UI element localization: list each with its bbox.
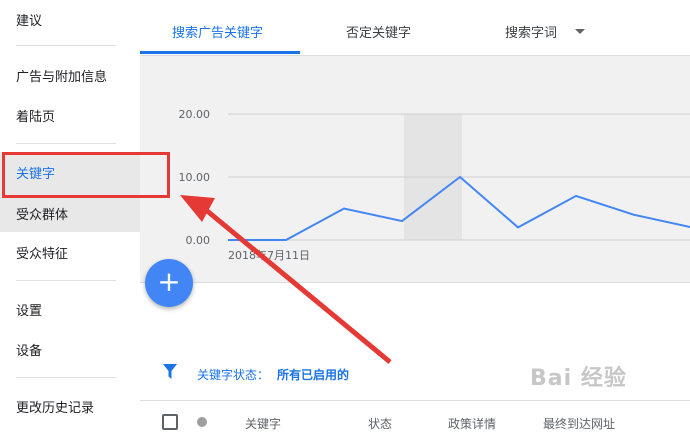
sidebar-divider [16, 280, 116, 281]
line-chart: 20.00 10.00 0.00 2018年7月11日 [140, 56, 690, 282]
tab-search-terms[interactable]: 搜索字词 [505, 22, 557, 41]
add-button[interactable]: + [145, 259, 193, 307]
tab-bar: 搜索广告关键字 否定关键字 搜索字词 [140, 0, 690, 56]
sidebar-item-demographics[interactable]: 受众特征 [16, 243, 68, 262]
performance-chart: 20.00 10.00 0.00 2018年7月11日 [140, 56, 690, 283]
status-dot-icon [197, 417, 207, 427]
sidebar-divider [16, 143, 116, 144]
column-header-status[interactable]: 状态 [368, 415, 392, 432]
sidebar-item-change-history[interactable]: 更改历史记录 [16, 397, 94, 416]
column-header-keyword[interactable]: 关键字 [245, 415, 281, 432]
watermark: Bai 经验 [530, 360, 627, 392]
table-header: 关键字 状态 政策详情 最终到达网址 [140, 400, 690, 429]
column-header-final-url[interactable]: 最终到达网址 [543, 415, 615, 432]
tab-negative-keywords[interactable]: 否定关键字 [346, 22, 411, 41]
sidebar-divider [16, 45, 116, 46]
column-header-policy[interactable]: 政策详情 [448, 415, 496, 432]
sidebar-item-ads-extensions[interactable]: 广告与附加信息 [16, 66, 107, 85]
chart-y-tick-label: 20.00 [179, 108, 211, 121]
sidebar: 建议 广告与附加信息 着陆页 关键字 受众群体 受众特征 设置 设备 更改历史记… [0, 0, 140, 428]
sidebar-item-suggestions[interactable]: 建议 [16, 10, 42, 29]
chart-spacer [140, 283, 690, 345]
sidebar-divider [16, 377, 116, 378]
filter-icon[interactable] [162, 363, 178, 381]
filter-value[interactable]: 所有已启用的 [277, 366, 349, 383]
sidebar-item-settings[interactable]: 设置 [16, 300, 42, 319]
active-tab-indicator [140, 51, 300, 54]
chart-x-label: 2018年7月11日 [228, 248, 310, 262]
sidebar-item-devices[interactable]: 设备 [16, 340, 42, 359]
chart-y-tick-label: 10.00 [179, 171, 211, 184]
sidebar-item-audiences[interactable]: 受众群体 [16, 204, 68, 223]
sidebar-item-landing-pages[interactable]: 着陆页 [16, 106, 55, 125]
annotation-highlight-box [2, 152, 170, 198]
tab-search-keywords[interactable]: 搜索广告关键字 [172, 22, 263, 41]
chart-y-tick-label: 0.00 [186, 234, 211, 247]
chevron-down-icon[interactable] [575, 29, 585, 34]
filter-label: 关键字状态： [197, 366, 269, 383]
